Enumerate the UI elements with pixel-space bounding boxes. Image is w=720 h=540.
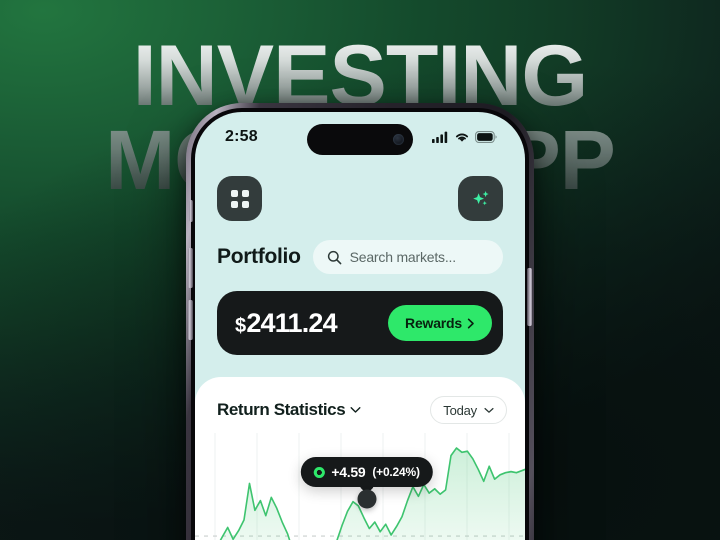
- tooltip-value: +4.59: [331, 464, 366, 480]
- cellular-signal-icon: [432, 131, 448, 143]
- phone-bezel: 2:58 Portfolio Search markets... $ 2411.…: [188, 108, 532, 540]
- portfolio-header: Portfolio Search markets...: [195, 221, 525, 274]
- currency-symbol: $: [235, 314, 246, 337]
- volume-down-button[interactable]: [188, 300, 193, 340]
- dynamic-island: [307, 124, 413, 155]
- rewards-button[interactable]: Rewards: [388, 305, 492, 341]
- power-button[interactable]: [527, 268, 532, 326]
- chart-tooltip: +4.59 (+0.24%): [300, 457, 433, 495]
- chevron-down-icon: [484, 407, 494, 413]
- rewards-label: Rewards: [405, 315, 462, 331]
- balance-card: $ 2411.24 Rewards: [217, 291, 503, 355]
- balance-value: 2411.24: [246, 307, 337, 338]
- chevron-right-icon: [467, 318, 474, 328]
- silent-switch[interactable]: [189, 200, 193, 222]
- grid-menu-icon: [230, 189, 249, 208]
- phone-device: 2:58 Portfolio Search markets... $ 2411.…: [186, 103, 534, 540]
- tooltip-percent: (+0.24%): [372, 465, 420, 479]
- front-camera-icon: [393, 134, 404, 145]
- app-toolbar: [195, 162, 525, 221]
- chevron-down-icon: [350, 407, 361, 413]
- statistics-title-dropdown[interactable]: Return Statistics: [217, 400, 361, 420]
- ai-assistant-button[interactable]: [458, 176, 503, 221]
- search-icon: [327, 250, 342, 264]
- return-statistics-sheet: Return Statistics Today +4.59 (+0.24%): [195, 377, 525, 540]
- screenshot-scene: INVESTING MOBILE APP 2:58: [0, 0, 720, 540]
- search-placeholder: Search markets...: [349, 249, 457, 265]
- balance-amount: $ 2411.24: [235, 307, 338, 339]
- page-title: Portfolio: [217, 245, 301, 268]
- phone-screen: 2:58 Portfolio Search markets... $ 2411.…: [195, 112, 525, 540]
- statistics-header: Return Statistics Today: [195, 377, 525, 424]
- data-point-dot-icon: [313, 466, 325, 478]
- sparkles-icon: [472, 190, 489, 205]
- volume-up-button[interactable]: [188, 248, 193, 288]
- return-chart[interactable]: +4.59 (+0.24%): [195, 433, 525, 540]
- statistics-title: Return Statistics: [217, 400, 346, 419]
- status-time: 2:58: [225, 128, 258, 145]
- battery-icon: [475, 131, 497, 143]
- app-content: Portfolio Search markets... $ 2411.24 Re…: [195, 112, 525, 540]
- time-range-selector[interactable]: Today: [430, 396, 507, 424]
- chart-selected-point[interactable]: [357, 489, 377, 509]
- search-input[interactable]: Search markets...: [312, 240, 503, 274]
- grid-menu-button[interactable]: [217, 176, 262, 221]
- status-indicators: [432, 131, 497, 143]
- time-range-label: Today: [443, 402, 477, 418]
- wifi-icon: [455, 133, 469, 142]
